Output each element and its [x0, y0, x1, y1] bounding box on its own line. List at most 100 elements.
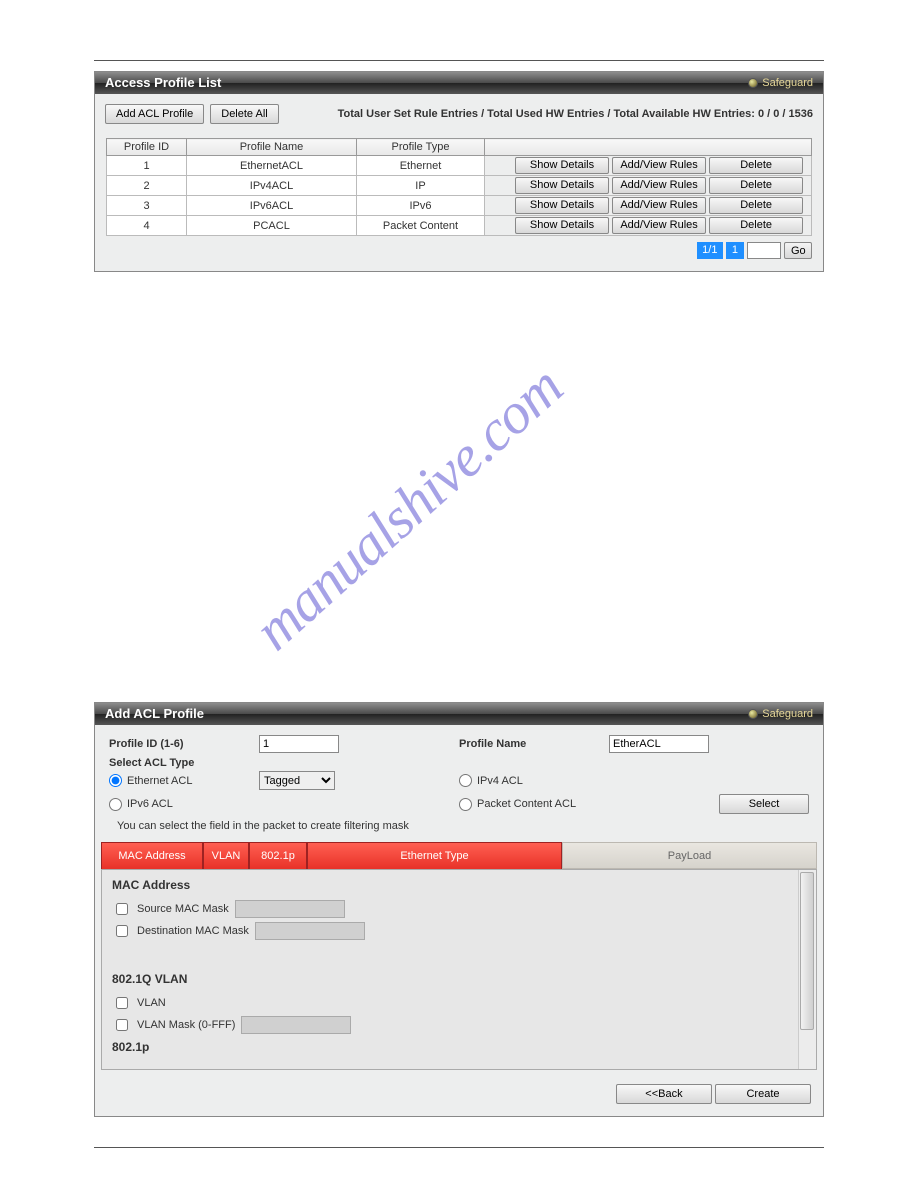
- vlan-mask-input: [241, 1016, 351, 1034]
- ipv6-acl-radio[interactable]: [109, 798, 122, 811]
- safeguard-icon: [748, 709, 758, 719]
- col-actions: [485, 139, 812, 156]
- panel2-title: Add ACL Profile: [105, 703, 204, 725]
- tab-vlan[interactable]: VLAN: [203, 842, 249, 869]
- tab-bar: MAC Address VLAN 802.1p Ethernet Type Pa…: [101, 842, 817, 870]
- ipv6-acl-label: IPv6 ACL: [127, 798, 173, 810]
- pager-go-button[interactable]: Go: [784, 242, 812, 259]
- profile-id-input[interactable]: [259, 735, 339, 753]
- delete-button[interactable]: Delete: [709, 177, 803, 194]
- packet-content-acl-radio[interactable]: [459, 798, 472, 811]
- panel1-toolbar: Add ACL Profile Delete All Total User Se…: [95, 94, 823, 130]
- cell-profile-id: 2: [107, 176, 187, 196]
- tab-8021p[interactable]: 802.1p: [249, 842, 307, 869]
- cell-profile-type: IPv6: [357, 196, 485, 216]
- cell-actions: Show Details Add/View Rules Delete: [485, 196, 812, 216]
- cell-profile-name: PCACL: [187, 216, 357, 236]
- table-row: 4PCACLPacket ContentShow Details Add/Vie…: [107, 216, 812, 236]
- table-row: 3IPv6ACLIPv6Show Details Add/View Rules …: [107, 196, 812, 216]
- profile-id-label: Profile ID (1-6): [109, 738, 259, 750]
- show-details-button[interactable]: Show Details: [515, 177, 609, 194]
- profile-table: Profile ID Profile Name Profile Type 1Et…: [106, 138, 812, 236]
- cell-profile-name: EthernetACL: [187, 156, 357, 176]
- cell-profile-id: 4: [107, 216, 187, 236]
- section-8021p: 802.1p: [112, 1036, 806, 1060]
- vlan-checkbox[interactable]: [116, 997, 128, 1009]
- tab-mac-address[interactable]: MAC Address: [101, 842, 203, 869]
- destination-mac-mask-input: [255, 922, 365, 940]
- create-button[interactable]: Create: [715, 1084, 811, 1104]
- source-mac-mask-label: Source MAC Mask: [137, 903, 229, 915]
- pager: 1/1 1 Go: [95, 236, 823, 259]
- delete-all-button[interactable]: Delete All: [210, 104, 278, 124]
- cell-profile-name: IPv4ACL: [187, 176, 357, 196]
- add-acl-profile-button[interactable]: Add ACL Profile: [105, 104, 204, 124]
- col-profile-name: Profile Name: [187, 139, 357, 156]
- table-row: 2IPv4ACLIPShow Details Add/View Rules De…: [107, 176, 812, 196]
- select-button[interactable]: Select: [719, 794, 809, 814]
- add-acl-profile-panel: Add ACL Profile Safeguard Profile ID (1-…: [94, 702, 824, 1117]
- section-8021q-vlan: 802.1Q VLAN: [112, 970, 806, 992]
- tab-payload[interactable]: PayLoad: [562, 842, 817, 869]
- cell-actions: Show Details Add/View Rules Delete: [485, 156, 812, 176]
- ipv4-acl-radio[interactable]: [459, 774, 472, 787]
- packet-content-acl-label: Packet Content ACL: [477, 798, 576, 810]
- panel2-footer: <<Back Create: [95, 1076, 823, 1110]
- back-button[interactable]: <<Back: [616, 1084, 712, 1104]
- add-view-rules-button[interactable]: Add/View Rules: [612, 157, 706, 174]
- destination-mac-mask-label: Destination MAC Mask: [137, 925, 249, 937]
- filter-scroll-area: MAC Address Source MAC Mask Destination …: [101, 870, 817, 1070]
- panel2-titlebar: Add ACL Profile Safeguard: [95, 703, 823, 725]
- add-view-rules-button[interactable]: Add/View Rules: [612, 197, 706, 214]
- pager-pages[interactable]: 1/1: [697, 242, 723, 259]
- vlan-mask-label: VLAN Mask (0-FFF): [137, 1019, 235, 1031]
- col-profile-id: Profile ID: [107, 139, 187, 156]
- cell-profile-type: IP: [357, 176, 485, 196]
- tab-ethernet-type[interactable]: Ethernet Type: [307, 842, 562, 869]
- safeguard-badge: Safeguard: [748, 703, 813, 725]
- scrollbar-thumb[interactable]: [800, 872, 814, 1030]
- col-profile-type: Profile Type: [357, 139, 485, 156]
- top-rule: [94, 60, 824, 61]
- pager-input[interactable]: [747, 242, 781, 259]
- cell-profile-type: Packet Content: [357, 216, 485, 236]
- cell-profile-name: IPv6ACL: [187, 196, 357, 216]
- safeguard-badge: Safeguard: [748, 72, 813, 94]
- profile-name-input[interactable]: [609, 735, 709, 753]
- source-mac-mask-checkbox[interactable]: [116, 903, 128, 915]
- delete-button[interactable]: Delete: [709, 217, 803, 234]
- ethernet-acl-label: Ethernet ACL: [127, 775, 192, 787]
- delete-button[interactable]: Delete: [709, 197, 803, 214]
- add-view-rules-button[interactable]: Add/View Rules: [612, 177, 706, 194]
- show-details-button[interactable]: Show Details: [515, 157, 609, 174]
- bottom-rule: [94, 1147, 824, 1148]
- select-acl-type-label: Select ACL Type: [109, 757, 259, 769]
- cell-actions: Show Details Add/View Rules Delete: [485, 176, 812, 196]
- tagged-select[interactable]: Tagged: [259, 771, 335, 790]
- scrollbar[interactable]: [798, 870, 816, 1069]
- filter-hint: You can select the field in the packet t…: [95, 816, 823, 838]
- vlan-mask-checkbox[interactable]: [116, 1019, 128, 1031]
- add-view-rules-button[interactable]: Add/View Rules: [612, 217, 706, 234]
- show-details-button[interactable]: Show Details: [515, 197, 609, 214]
- cell-profile-id: 3: [107, 196, 187, 216]
- section-mac-address: MAC Address: [112, 876, 806, 898]
- cell-profile-id: 1: [107, 156, 187, 176]
- vlan-label: VLAN: [137, 997, 166, 1009]
- delete-button[interactable]: Delete: [709, 157, 803, 174]
- entries-summary: Total User Set Rule Entries / Total Used…: [338, 108, 813, 120]
- pager-current[interactable]: 1: [726, 242, 744, 259]
- show-details-button[interactable]: Show Details: [515, 217, 609, 234]
- profile-name-label: Profile Name: [459, 738, 609, 750]
- safeguard-icon: [748, 78, 758, 88]
- panel1-title: Access Profile List: [105, 72, 221, 94]
- destination-mac-mask-checkbox[interactable]: [116, 925, 128, 937]
- source-mac-mask-input: [235, 900, 345, 918]
- panel1-titlebar: Access Profile List Safeguard: [95, 72, 823, 94]
- table-row: 1EthernetACLEthernetShow Details Add/Vie…: [107, 156, 812, 176]
- cell-actions: Show Details Add/View Rules Delete: [485, 216, 812, 236]
- cell-profile-type: Ethernet: [357, 156, 485, 176]
- access-profile-list-panel: Access Profile List Safeguard Add ACL Pr…: [94, 71, 824, 272]
- ethernet-acl-radio[interactable]: [109, 774, 122, 787]
- ipv4-acl-label: IPv4 ACL: [477, 775, 523, 787]
